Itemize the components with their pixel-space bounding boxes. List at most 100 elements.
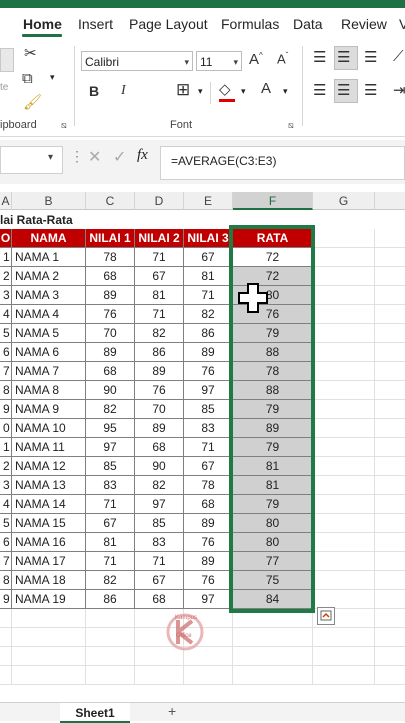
borders-icon[interactable]: ⊞ <box>176 80 190 100</box>
empty-cell[interactable] <box>375 647 405 666</box>
empty-cell[interactable] <box>375 362 405 381</box>
empty-cell[interactable] <box>12 666 86 685</box>
empty-cell[interactable] <box>313 647 375 666</box>
borders-dropdown-icon[interactable]: ▾ <box>198 86 203 97</box>
cell-nilai-3[interactable]: 67 <box>184 457 233 476</box>
tab-home[interactable]: Home <box>23 16 62 32</box>
sheet-tab-sheet1[interactable]: Sheet1 <box>60 703 130 723</box>
cell-nilai-3[interactable]: 89 <box>184 514 233 533</box>
empty-cell[interactable] <box>375 457 405 476</box>
cell-nilai-2[interactable]: 71 <box>135 248 184 267</box>
empty-cell[interactable] <box>313 229 375 248</box>
cell-nilai-2[interactable]: 85 <box>135 514 184 533</box>
cell-nama[interactable]: NAMA 3 <box>12 286 86 305</box>
cell-nilai-3[interactable]: 85 <box>184 400 233 419</box>
cell-nilai-3[interactable]: 76 <box>184 362 233 381</box>
empty-cell[interactable] <box>375 248 405 267</box>
cell-nilai-1[interactable]: 90 <box>86 381 135 400</box>
cell-nilai-2[interactable]: 89 <box>135 419 184 438</box>
tab-view[interactable]: V <box>399 16 405 32</box>
cell-nama[interactable]: NAMA 13 <box>12 476 86 495</box>
empty-cell[interactable] <box>375 438 405 457</box>
cell-nilai-2[interactable]: 81 <box>135 286 184 305</box>
cell-nilai-1[interactable]: 68 <box>86 267 135 286</box>
column-header-h[interactable] <box>375 192 405 210</box>
header-nama[interactable]: NAMA <box>12 229 86 248</box>
cell-no[interactable]: 4 <box>0 305 12 324</box>
cell-no[interactable]: 2 <box>0 267 12 286</box>
tab-insert[interactable]: Insert <box>78 16 113 32</box>
cell-nama[interactable]: NAMA 7 <box>12 362 86 381</box>
empty-cell[interactable] <box>375 229 405 248</box>
cell-nilai-1[interactable]: 85 <box>86 457 135 476</box>
add-sheet-button[interactable]: + <box>168 703 176 719</box>
empty-cell[interactable] <box>0 666 12 685</box>
font-size-select[interactable]: 11 ▾ <box>196 51 242 71</box>
cell-no[interactable]: 6 <box>0 533 12 552</box>
cell-no[interactable]: 6 <box>0 343 12 362</box>
cell-nama[interactable]: NAMA 11 <box>12 438 86 457</box>
sheet-title[interactable]: lai Rata-Rata <box>0 211 73 229</box>
cell-no[interactable]: 9 <box>0 400 12 419</box>
column-header-e[interactable]: E <box>184 192 233 210</box>
cell-nama[interactable]: NAMA 18 <box>12 571 86 590</box>
cell-nilai-1[interactable]: 78 <box>86 248 135 267</box>
formula-input[interactable]: =AVERAGE(C3:E3) <box>160 146 405 180</box>
empty-cell[interactable] <box>313 571 375 590</box>
empty-cell[interactable] <box>313 267 375 286</box>
cell-nama[interactable]: NAMA 16 <box>12 533 86 552</box>
cell-nama[interactable]: NAMA 10 <box>12 419 86 438</box>
cell-nama[interactable]: NAMA 2 <box>12 267 86 286</box>
cancel-icon[interactable]: ✕ <box>88 147 101 167</box>
more-icon[interactable]: ⋮ <box>70 148 84 165</box>
cell-nilai-3[interactable]: 89 <box>184 552 233 571</box>
cell-nilai-2[interactable]: 67 <box>135 267 184 286</box>
empty-cell[interactable] <box>313 476 375 495</box>
cell-no[interactable]: 9 <box>0 590 12 609</box>
empty-cell[interactable] <box>313 552 375 571</box>
cell-no[interactable]: 5 <box>0 324 12 343</box>
empty-cell[interactable] <box>375 571 405 590</box>
empty-cell[interactable] <box>375 590 405 609</box>
column-header-c[interactable]: C <box>86 192 135 210</box>
cell-nilai-1[interactable]: 71 <box>86 552 135 571</box>
cell-nilai-1[interactable]: 89 <box>86 343 135 362</box>
cell-nama[interactable]: NAMA 14 <box>12 495 86 514</box>
empty-cell[interactable] <box>0 647 12 666</box>
cell-no[interactable]: 3 <box>0 286 12 305</box>
cell-nilai-3[interactable]: 71 <box>184 286 233 305</box>
cell-nilai-3[interactable]: 86 <box>184 324 233 343</box>
align-left-icon[interactable]: ☰ <box>313 81 326 99</box>
cell-nilai-1[interactable]: 95 <box>86 419 135 438</box>
cell-nilai-3[interactable]: 71 <box>184 438 233 457</box>
cell-no[interactable]: 0 <box>0 419 12 438</box>
empty-cell[interactable] <box>12 647 86 666</box>
fill-dropdown-icon[interactable]: ▾ <box>241 86 246 97</box>
cell-nilai-1[interactable]: 81 <box>86 533 135 552</box>
cell-nilai-2[interactable]: 68 <box>135 590 184 609</box>
empty-cell[interactable] <box>12 609 86 628</box>
empty-cell[interactable] <box>233 647 313 666</box>
align-top-icon[interactable]: ☰ <box>313 48 326 66</box>
cell-no[interactable]: 3 <box>0 476 12 495</box>
empty-cell[interactable] <box>12 628 86 647</box>
empty-cell[interactable] <box>313 495 375 514</box>
cell-nilai-2[interactable]: 97 <box>135 495 184 514</box>
empty-cell[interactable] <box>313 305 375 324</box>
cell-nama[interactable]: NAMA 8 <box>12 381 86 400</box>
cell-nama[interactable]: NAMA 19 <box>12 590 86 609</box>
cell-no[interactable]: 8 <box>0 571 12 590</box>
cell-nilai-2[interactable]: 90 <box>135 457 184 476</box>
empty-cell[interactable] <box>86 647 135 666</box>
empty-cell[interactable] <box>375 495 405 514</box>
cut-icon[interactable]: ✂ <box>24 44 37 62</box>
column-header-d[interactable]: D <box>135 192 184 210</box>
indent-icon[interactable]: ⇥ <box>393 81 405 99</box>
cell-nama[interactable]: NAMA 4 <box>12 305 86 324</box>
column-header-f[interactable]: F <box>233 192 313 210</box>
shrink-font-button[interactable]: Aˇ <box>277 51 288 66</box>
orientation-icon[interactable]: ⟋ <box>393 48 404 65</box>
cell-nilai-3[interactable]: 78 <box>184 476 233 495</box>
empty-cell[interactable] <box>0 628 12 647</box>
empty-cell[interactable] <box>375 343 405 362</box>
